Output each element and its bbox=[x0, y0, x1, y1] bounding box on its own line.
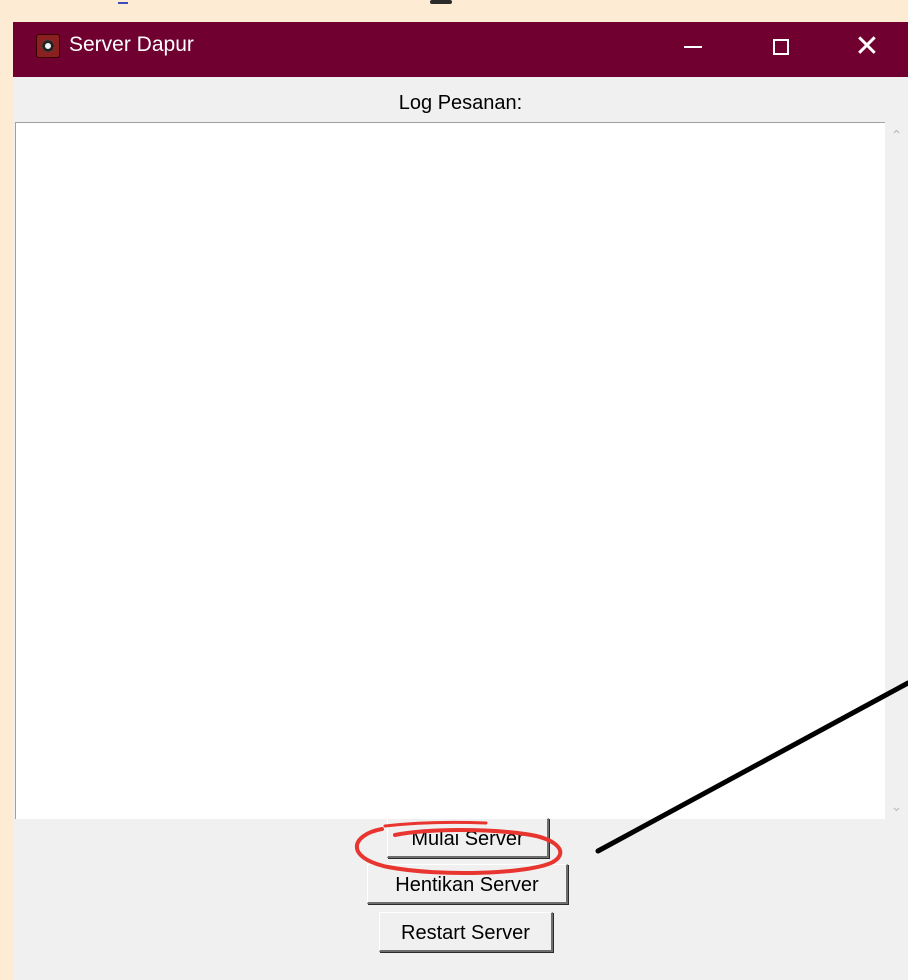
background-mark bbox=[430, 0, 452, 4]
minimize-icon bbox=[684, 46, 702, 48]
restart-server-button[interactable]: Restart Server bbox=[379, 912, 553, 952]
minimize-button[interactable] bbox=[653, 22, 733, 72]
log-label: Log Pesanan: bbox=[398, 92, 523, 114]
vertical-scrollbar[interactable]: ⌃ ⌄ bbox=[885, 122, 908, 819]
window-title: Server Dapur bbox=[69, 33, 194, 56]
maximize-button[interactable] bbox=[741, 22, 821, 72]
title-bar[interactable]: Server Dapur ✕ bbox=[13, 22, 908, 77]
stop-server-button[interactable]: Hentikan Server bbox=[367, 864, 568, 904]
log-textarea[interactable] bbox=[15, 122, 886, 819]
background-mark bbox=[118, 2, 128, 4]
scroll-down-icon[interactable]: ⌄ bbox=[885, 795, 908, 819]
close-icon: ✕ bbox=[854, 29, 880, 64]
background-strip bbox=[0, 0, 908, 22]
app-icon[interactable] bbox=[36, 34, 60, 58]
start-server-button[interactable]: Mulai Server bbox=[387, 818, 549, 858]
scroll-up-icon[interactable]: ⌃ bbox=[885, 124, 908, 148]
close-button[interactable]: ✕ bbox=[827, 22, 907, 72]
server-window: Server Dapur ✕ Log Pesanan: ⌃ ⌄ Mulai Se… bbox=[13, 22, 908, 980]
maximize-icon bbox=[773, 39, 789, 55]
